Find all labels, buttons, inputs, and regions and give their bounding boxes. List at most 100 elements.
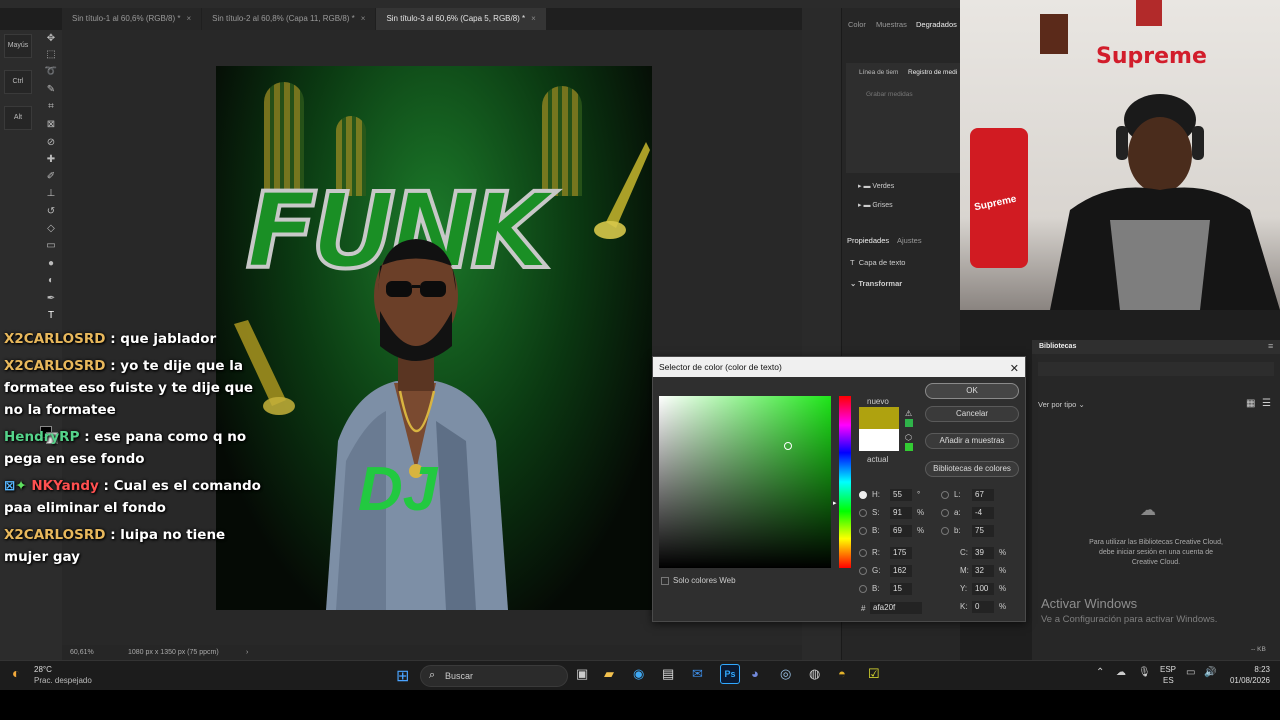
a-input[interactable]: -4 (972, 507, 994, 519)
cancel-button[interactable]: Cancelar (925, 406, 1019, 422)
modifier-ctrl[interactable]: Ctrl (4, 70, 32, 94)
r-input[interactable]: 175 (890, 547, 912, 559)
tab-adjustments[interactable]: Ajustes (897, 236, 922, 245)
frame-tool-icon[interactable]: ⊠ (44, 118, 58, 132)
photoshop-icon[interactable]: Ps (720, 664, 740, 684)
move-tool-icon[interactable]: ✥ (44, 32, 58, 46)
doc-tab-2[interactable]: Sin título-2 al 60,8% (Capa 11, RGB/8) *… (202, 8, 376, 30)
language-bottom[interactable]: ES (1163, 676, 1174, 685)
s-radio[interactable] (859, 509, 867, 517)
b-input[interactable]: 69 (890, 525, 912, 537)
tab-timeline[interactable]: Línea de tiem (859, 69, 898, 76)
stamp-tool-icon[interactable]: ⊥ (44, 187, 58, 201)
list-view-icon[interactable]: ☰ (1262, 398, 1271, 409)
brush-tool-icon[interactable]: ✐ (44, 170, 58, 184)
web-only-checkbox[interactable] (661, 577, 669, 585)
hue-slider[interactable] (839, 396, 851, 568)
history-brush-icon[interactable]: ↺ (44, 205, 58, 219)
modifier-shift[interactable]: Mayús (4, 34, 32, 58)
type-tool-icon[interactable]: T (44, 309, 58, 323)
gamut-swatch[interactable] (905, 419, 913, 427)
dj-text[interactable]: DJ (358, 454, 437, 525)
close-icon[interactable]: × (187, 14, 192, 23)
view-by-type-dropdown[interactable]: Ver por tipo ⌄ (1038, 400, 1085, 409)
dodge-tool-icon[interactable]: ◐ (44, 274, 58, 288)
microphone-icon[interactable]: 🎙 (1138, 667, 1151, 678)
start-button-icon[interactable]: ⊞ (396, 666, 409, 686)
network-icon[interactable]: ▭ (1186, 667, 1195, 678)
transform-section[interactable]: ⌄ Transformar (850, 279, 902, 288)
chevron-up-icon[interactable]: ⌃ (1096, 667, 1104, 678)
hex-input[interactable]: afa20f (870, 602, 922, 614)
b-radio[interactable] (859, 527, 867, 535)
doc-tab-1[interactable]: Sin título-1 al 60,6% (RGB/8) * × (62, 8, 202, 30)
record-measurements-button[interactable]: Grabar medidas (866, 91, 913, 98)
close-icon[interactable]: × (361, 14, 366, 23)
clock-time[interactable]: 8:23 (1224, 665, 1270, 674)
crop-tool-icon[interactable]: ⌗ (44, 100, 58, 114)
web-safe-swatch[interactable] (905, 443, 913, 451)
volume-icon[interactable]: 🔊 (1204, 667, 1216, 678)
blur-tool-icon[interactable]: ● (44, 257, 58, 271)
g-radio[interactable] (859, 567, 867, 575)
blue-radio[interactable] (859, 585, 867, 593)
task-view-icon[interactable]: ▣ (576, 666, 588, 682)
color-libraries-button[interactable]: Bibliotecas de colores (925, 461, 1019, 477)
edge-icon[interactable]: ◉ (633, 666, 644, 682)
blue-input[interactable]: 15 (890, 583, 912, 595)
folder-grises[interactable]: ▸ ▬ Grises (858, 201, 893, 209)
lab-b-input[interactable]: 75 (972, 525, 994, 537)
gamut-warning-icon[interactable]: ⚠ (905, 409, 912, 418)
taskbar-search[interactable]: ⌕ Buscar (420, 665, 568, 687)
outlook-icon[interactable]: ✉ (692, 666, 703, 682)
artboard[interactable]: FUNK DJ (216, 66, 652, 610)
l-input[interactable]: 67 (972, 489, 994, 501)
close-icon[interactable]: × (531, 14, 536, 23)
gradient-tool-icon[interactable]: ▭ (44, 239, 58, 253)
close-icon[interactable]: ✕ (1010, 359, 1019, 379)
marquee-tool-icon[interactable]: ⬚ (44, 48, 58, 62)
color-field-cursor[interactable] (784, 442, 792, 450)
store-icon[interactable]: ▤ (662, 666, 674, 682)
ok-button[interactable]: OK (925, 383, 1019, 399)
hue-slider-handle[interactable]: ▸ (833, 499, 837, 507)
lab-b-radio[interactable] (941, 527, 949, 535)
discord-icon[interactable]: ◕ (751, 666, 759, 681)
weather-icon[interactable]: ◐ (12, 665, 20, 681)
r-radio[interactable] (859, 549, 867, 557)
eyedropper-icon[interactable]: ⊘ (44, 136, 58, 150)
modifier-alt[interactable]: Alt (4, 106, 32, 130)
grid-view-icon[interactable]: ▦ (1246, 398, 1255, 409)
healing-brush-icon[interactable]: ✚ (44, 153, 58, 167)
y-input[interactable]: 100 (972, 583, 994, 595)
web-safe-icon[interactable]: ⬡ (905, 433, 912, 442)
person-photo[interactable] (316, 171, 516, 610)
current-color-swatch[interactable] (859, 429, 899, 451)
file-explorer-icon[interactable]: ▰ (604, 666, 614, 682)
eraser-tool-icon[interactable]: ◇ (44, 222, 58, 236)
weather-temp[interactable]: 28°C (34, 665, 52, 674)
c-input[interactable]: 39 (972, 547, 994, 559)
tab-gradients[interactable]: Degradados (916, 20, 957, 29)
obs-icon[interactable]: ◍ (809, 666, 820, 682)
tab-swatches[interactable]: Muestras (876, 20, 907, 29)
m-input[interactable]: 32 (972, 565, 994, 577)
s-input[interactable]: 91 (890, 507, 912, 519)
h-input[interactable]: 55 (890, 489, 912, 501)
h-radio[interactable] (859, 491, 867, 499)
tab-measurement-log[interactable]: Registro de medi (908, 69, 957, 76)
doc-tab-3[interactable]: Sin título-3 al 60,6% (Capa 5, RGB/8) * × (376, 8, 546, 30)
language-top[interactable]: ESP (1160, 665, 1176, 674)
folder-verdes[interactable]: ▸ ▬ Verdes (858, 182, 894, 190)
a-radio[interactable] (941, 509, 949, 517)
onedrive-icon[interactable]: ☁ (1116, 667, 1126, 678)
lasso-tool-icon[interactable]: ➰ (44, 65, 58, 79)
g-input[interactable]: 162 (890, 565, 912, 577)
library-search-input[interactable] (1038, 362, 1274, 376)
weather-desc[interactable]: Prac. despejado (34, 676, 92, 685)
tab-color[interactable]: Color (848, 20, 866, 29)
steam-icon[interactable]: ◎ (780, 666, 791, 682)
pen-tool-icon[interactable]: ✒ (44, 292, 58, 306)
add-to-swatches-button[interactable]: Añadir a muestras (925, 433, 1019, 449)
l-radio[interactable] (941, 491, 949, 499)
